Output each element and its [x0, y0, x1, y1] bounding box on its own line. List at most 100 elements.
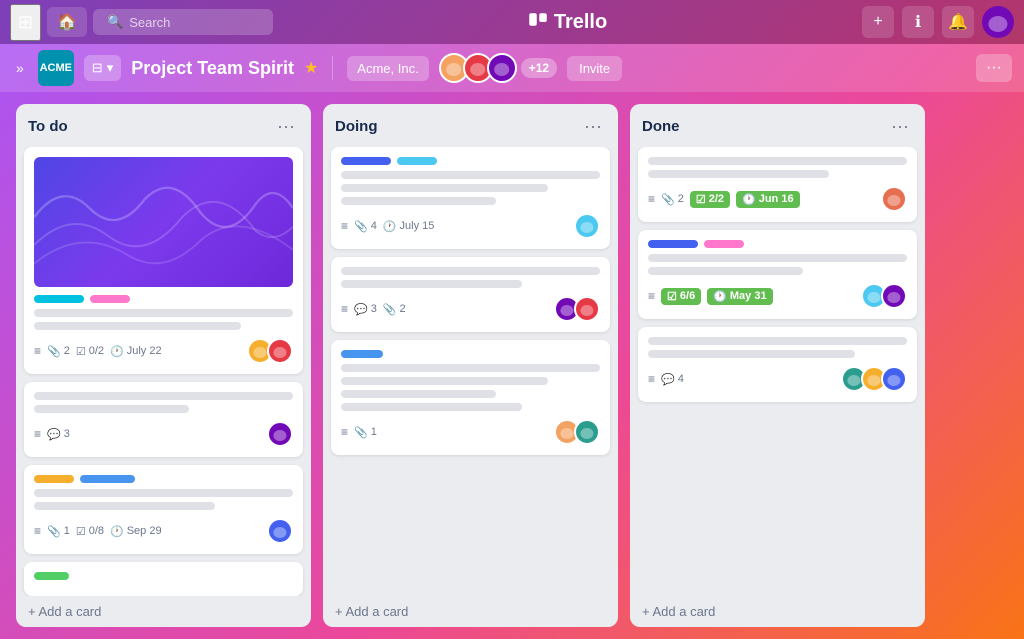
attachment-icon: 📎: [661, 193, 675, 206]
column-done-title: Done: [642, 118, 680, 135]
menu-icon: ≡: [34, 344, 41, 358]
workspace-name-button[interactable]: Acme, Inc.: [347, 56, 428, 81]
card-text-line: [341, 377, 548, 385]
card-avatar-2: [881, 283, 907, 309]
member-avatar-3[interactable]: [487, 53, 517, 83]
checklist-icon: ☑: [76, 345, 86, 358]
date-meta: 🕐 July 15: [383, 220, 435, 233]
add-card-button-done[interactable]: + Add a card: [630, 596, 925, 627]
menu-icon: ≡: [648, 289, 655, 303]
clock-icon: 🕐: [383, 220, 397, 233]
tag-pink: [704, 240, 744, 248]
workspace-chevron: ▾: [107, 60, 114, 76]
notification-button[interactable]: 🔔: [942, 6, 974, 38]
card-footer: ≡ 📎 4 🕐 July 15: [341, 213, 600, 239]
attachment-icon: 📎: [47, 345, 61, 358]
done-card-2[interactable]: ≡ ☑ 6/6 🕐 May 31: [638, 230, 917, 319]
member-count-badge[interactable]: +12: [521, 58, 557, 78]
column-doing-cards: ≡ 📎 4 🕐 July 15: [323, 147, 618, 596]
add-card-button-todo[interactable]: + Add a card: [16, 596, 311, 627]
tag-cyan: [34, 295, 84, 303]
menu-icon: ≡: [341, 302, 348, 316]
attachment-icon: 📎: [47, 525, 61, 538]
card-footer: ≡ 💬 3 📎 2: [341, 296, 600, 322]
done-card-3[interactable]: ≡ 💬 4: [638, 327, 917, 402]
clock-badge-icon: 🕐: [713, 290, 727, 303]
todo-card-2[interactable]: ≡ 💬 3: [24, 382, 303, 457]
column-doing-menu-button[interactable]: ···: [580, 114, 606, 139]
card-avatar-1: [881, 186, 907, 212]
doing-card-3[interactable]: ≡ 📎 1: [331, 340, 610, 455]
workspace-dropdown-button[interactable]: ⊟ ▾: [84, 55, 121, 81]
checklist-icon: ☑: [76, 525, 86, 538]
checklist-badge-value: 6/6: [680, 290, 695, 302]
menu-icon: ≡: [34, 427, 41, 441]
menu-icon: ≡: [34, 524, 41, 538]
attachment-icon: 📎: [383, 303, 397, 316]
user-avatar[interactable]: [982, 6, 1014, 38]
column-todo-menu-button[interactable]: ···: [273, 114, 299, 139]
column-todo-header: To do ···: [16, 104, 311, 147]
sidebar-toggle-button[interactable]: »: [12, 56, 28, 80]
column-done: Done ··· ≡ 📎 2 ☑ 2/2: [630, 104, 925, 627]
clock-icon: 🕐: [110, 345, 124, 358]
add-card-button-doing[interactable]: + Add a card: [323, 596, 618, 627]
card-text-line: [341, 403, 522, 411]
doing-card-2[interactable]: ≡ 💬 3 📎 2: [331, 257, 610, 332]
nav-right-actions: + ℹ 🔔: [862, 6, 1014, 38]
attachment-count: 1: [64, 525, 70, 537]
card-avatar-2: [267, 338, 293, 364]
card-footer: ≡ 📎 2 ☑ 0/2 🕐 July 22: [34, 338, 293, 364]
card-text-line: [341, 171, 600, 179]
card-avatars: [267, 518, 293, 544]
column-done-menu-button[interactable]: ···: [887, 114, 913, 139]
doing-card-1[interactable]: ≡ 📎 4 🕐 July 15: [331, 147, 610, 249]
column-doing-header: Doing ···: [323, 104, 618, 147]
card-footer: ≡ 📎 1: [341, 419, 600, 445]
grid-menu-button[interactable]: ⊞: [10, 4, 41, 41]
card-image: [34, 157, 293, 287]
card-avatar-1: [267, 421, 293, 447]
card-text-line: [648, 254, 907, 262]
card-avatars: [247, 338, 293, 364]
logo-text: Trello: [554, 11, 607, 34]
workspace-logo: ACME: [38, 50, 74, 86]
attachment-meta: 📎 2: [47, 345, 70, 358]
card-tags: [34, 475, 293, 483]
home-button[interactable]: 🏠: [47, 7, 87, 37]
card-text-line: [34, 392, 293, 400]
tag-blue-dark: [341, 157, 391, 165]
todo-card-1[interactable]: ≡ 📎 2 ☑ 0/2 🕐 July 22: [24, 147, 303, 374]
tag-pink: [90, 295, 130, 303]
card-text-line: [34, 489, 293, 497]
attachment-count: 4: [371, 220, 377, 232]
column-doing-title: Doing: [335, 118, 378, 135]
board-members: +12: [439, 53, 557, 83]
attachment-meta: 📎 1: [47, 525, 70, 538]
attachment-count: 2: [678, 193, 684, 205]
attachment-count: 1: [371, 426, 377, 438]
card-text-line: [341, 184, 548, 192]
card-text-line: [341, 364, 600, 372]
board-title: Project Team Spirit: [131, 58, 294, 79]
invite-button[interactable]: Invite: [567, 56, 622, 81]
card-text-line: [341, 267, 600, 275]
done-card-1[interactable]: ≡ 📎 2 ☑ 2/2 🕐 Jun 16: [638, 147, 917, 222]
todo-card-3[interactable]: ≡ 📎 1 ☑ 0/8 🕐 Sep 29: [24, 465, 303, 554]
info-button[interactable]: ℹ: [902, 6, 934, 38]
card-text-line: [648, 350, 855, 358]
card-avatar-1: [574, 213, 600, 239]
menu-icon: ≡: [341, 219, 348, 233]
search-input[interactable]: [129, 15, 269, 30]
add-button[interactable]: +: [862, 6, 894, 38]
board-more-button[interactable]: ···: [976, 54, 1012, 82]
column-done-cards: ≡ 📎 2 ☑ 2/2 🕐 Jun 16: [630, 147, 925, 596]
card-tags: [648, 240, 907, 248]
todo-card-4[interactable]: [24, 562, 303, 596]
board-star-button[interactable]: ★: [304, 58, 318, 78]
checklist-meta: ☑ 0/8: [76, 525, 104, 538]
card-tags: [34, 295, 293, 303]
checklist-badge: ☑ 6/6: [661, 288, 701, 305]
column-todo-title: To do: [28, 118, 68, 135]
date-value: Sep 29: [127, 525, 162, 537]
